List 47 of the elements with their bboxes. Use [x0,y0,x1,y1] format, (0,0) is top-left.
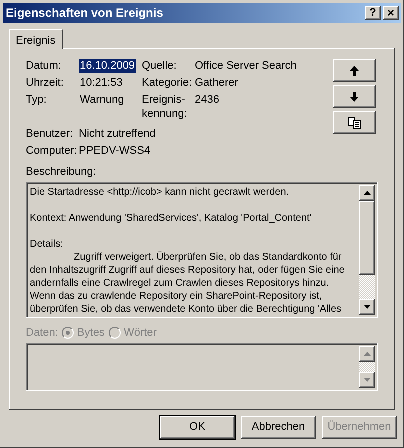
field-label: Quelle: [142,59,178,73]
copy-button[interactable] [333,111,376,134]
field-label: Datum: [26,59,62,73]
scrollbar[interactable] [359,185,375,315]
close-button[interactable]: × [383,6,399,20]
field-label: Uhrzeit: [26,76,65,90]
description-text: andernfalls eine Crawlregel zum Crawlen dieses Repositorys hinzu. [30,277,330,290]
field-value: 10:21:53 [79,76,124,90]
dialog-button[interactable]: Abbrechen [241,416,316,439]
description-text: Zugriff verweigert. Überprüfen Sie, ob das Standardkonto für [73,251,343,264]
field-label: Ereignis- kennung: [142,93,188,121]
field-value: PPEDV-WSS4 [79,144,151,158]
up-arrow-icon [350,66,359,76]
description-text: Die Startadresse <http://icob> kann nicht gecrawlt werden. [30,186,290,199]
down-arrow-icon [350,92,359,102]
field-label: Computer: [26,144,78,158]
scroll-thumb[interactable] [359,201,375,275]
scroll-up-icon [364,191,370,195]
field-label: Benutzer: [26,127,74,141]
radio-label: Wörter [124,326,157,340]
help-button[interactable]: ? [365,6,381,20]
field-label: Kategorie: [142,76,194,90]
description-text: Kontext: Anwendung 'SharedServices', Katalog 'Portal_Content' [30,212,313,225]
scrollbar[interactable] [359,346,375,388]
copy-icon [348,116,361,128]
field-value: Gatherer [195,76,238,90]
field-value: Nicht zutreffend [79,127,156,141]
description-text: den Inhaltszugriff Zugriff auf dieses Repository hat, oder fügen Sie eine [30,264,346,277]
field-value: 16.10.2009 [79,59,136,73]
field-value: Office Server Search [195,59,297,73]
radio-label: Bytes [77,326,105,340]
dialog-button[interactable]: OK [160,416,235,439]
field-label: Typ: [26,93,48,108]
window-title: Eigenschaften von Ereignis [6,5,164,22]
description-text: Wenn das zu crawlende Repository ein SharePoint-Repository ist, [30,290,324,303]
description-text: überprüfen Sie, ob das verwendete Konto über die Berechtigung 'Alles [30,303,343,315]
field-value: 2436 [195,93,220,108]
scroll-up-icon [364,352,370,356]
field-value: Warnung [79,93,126,107]
down-button[interactable] [333,85,376,108]
description-text: Details: [30,238,64,251]
description-label: Beschreibung: [26,165,98,179]
tab[interactable]: Ereignis [9,29,63,49]
scroll-down-icon [364,305,370,309]
scroll-down-icon [364,378,370,382]
data-label: Daten: [26,326,58,340]
up-button[interactable] [333,59,376,82]
